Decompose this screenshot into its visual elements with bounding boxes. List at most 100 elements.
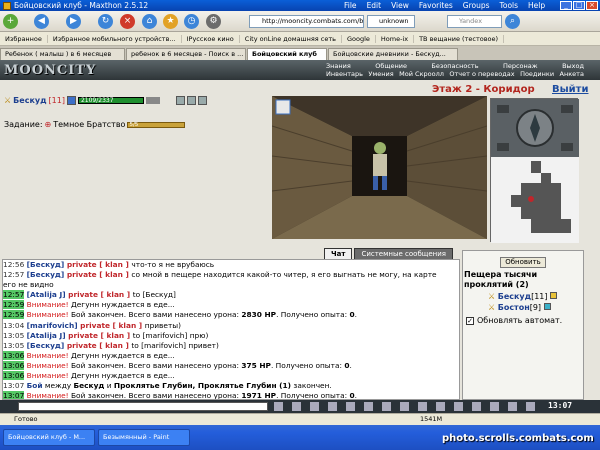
list-item[interactable]: ⚔ Бескуд[11] xyxy=(488,291,558,302)
chat-input[interactable] xyxy=(18,402,268,411)
online-name[interactable]: Бостон xyxy=(498,303,530,312)
tab-2[interactable]: Бойцовский клуб xyxy=(247,48,327,60)
chat-nick[interactable]: [Бескуд] xyxy=(27,260,65,269)
chat-message: 12:57 [Бескуд] private [ klan ] со мной … xyxy=(3,270,459,280)
chat-text: Бескуд xyxy=(73,381,105,391)
fav-item[interactable]: City onLine домашняя сеть xyxy=(240,34,342,43)
nav-exit[interactable]: Выход xyxy=(562,62,584,70)
refresh-button[interactable]: Обновить xyxy=(500,257,546,268)
chat-time: 13:06 xyxy=(3,350,25,360)
back-icon[interactable]: ◀ xyxy=(34,14,49,29)
private-tag[interactable]: private [ klan ] xyxy=(64,270,131,279)
forward-icon[interactable]: ▶ xyxy=(66,14,81,29)
game-logo: MOONCITY xyxy=(4,63,97,78)
private-tag[interactable]: private [ klan ] xyxy=(64,341,131,350)
memory-usage: 1541M xyxy=(420,415,443,423)
search-icon[interactable]: ⌕ xyxy=(505,14,520,29)
chat-text: закончен. xyxy=(291,381,332,391)
online-name[interactable]: Бескуд xyxy=(498,292,531,301)
tab-1[interactable]: ребенок в 6 месяцев - Поиск в ... xyxy=(126,48,246,60)
proxy-select[interactable]: unknown xyxy=(367,15,415,28)
nav-transfers[interactable]: Отчет о переводах xyxy=(449,70,514,78)
address-bar[interactable]: http://mooncity.combats.com/buttor xyxy=(249,15,364,28)
clan-icon: ⚔ xyxy=(488,303,496,312)
fav-item[interactable]: Избранное xyxy=(0,34,48,43)
nav-fights[interactable]: Поединки xyxy=(520,70,554,78)
private-tag[interactable]: private [ klan ] xyxy=(66,290,133,299)
chat-text: Дегунн нуждается в еде... xyxy=(68,371,175,381)
private-tag[interactable]: private [ klan ] xyxy=(64,260,131,269)
online-level: [11] xyxy=(531,292,548,301)
exit-link[interactable]: Выйти xyxy=(552,84,588,95)
chat-text: Бой закончен. Всего вами нанесено урона: xyxy=(68,391,242,400)
chat-nick[interactable]: Бой xyxy=(27,381,43,390)
chat-text: Внимание! xyxy=(26,360,69,370)
game-clock: 13:07 xyxy=(548,401,573,410)
search-input[interactable]: Yandex xyxy=(447,15,502,28)
nav-profile[interactable]: Анкета xyxy=(560,70,584,78)
chat-nick[interactable]: [Atalija J] xyxy=(27,290,66,299)
nav-social[interactable]: Общение xyxy=(375,62,407,70)
favorites-icon[interactable]: ★ xyxy=(163,14,178,29)
menu-edit[interactable]: Edit xyxy=(367,1,382,10)
nav-skills[interactable]: Умения xyxy=(368,70,393,78)
effect-icon xyxy=(186,96,196,105)
chat-log[interactable]: 12:56 [Бескуд] private [ klan ] что-то я… xyxy=(2,259,460,400)
stop-icon[interactable]: × xyxy=(120,14,135,29)
chat-text: . xyxy=(354,391,357,400)
minimap[interactable] xyxy=(490,98,579,243)
fav-item[interactable]: IРусское кино xyxy=(182,34,240,43)
chat-nick[interactable]: [marifovich] xyxy=(27,321,78,330)
nav-security[interactable]: Безопасность xyxy=(431,62,478,70)
private-tag[interactable]: private [ klan ] xyxy=(78,321,145,330)
auto-refresh-label: Обновлять автомат. xyxy=(477,316,563,325)
chat-text: и xyxy=(104,381,114,391)
info-icon[interactable] xyxy=(66,96,76,105)
fav-item[interactable]: Home-ix xyxy=(376,34,415,43)
history-icon[interactable]: ◷ xyxy=(184,14,199,29)
menu-groups[interactable]: Groups xyxy=(463,1,490,10)
auto-refresh[interactable]: ✓ Обновлять автомат. xyxy=(466,316,562,325)
tab-0[interactable]: Ребенок ( малыш ) в 6 месяцев xyxy=(0,48,125,60)
chat-message: 13:06 Внимание! Дегунн нуждается в еде..… xyxy=(3,350,459,361)
nav-character[interactable]: Персонаж xyxy=(503,62,538,70)
new-window-icon[interactable]: + xyxy=(3,14,18,29)
fav-item[interactable]: Google xyxy=(342,34,376,43)
fav-item[interactable]: ТВ вещание (тестовое) xyxy=(414,34,505,43)
chat-nick[interactable]: [Atalija J] xyxy=(27,331,66,340)
chat-nick[interactable]: [Бескуд] xyxy=(27,270,65,279)
home-icon[interactable]: ⌂ xyxy=(142,14,157,29)
info-icon[interactable] xyxy=(543,303,551,310)
quest-name[interactable]: Темное Братство xyxy=(53,120,125,129)
chat-text: to [marifovich] привет) xyxy=(131,340,219,350)
player-name[interactable]: Бескуд xyxy=(13,96,46,105)
minimize-icon[interactable]: _ xyxy=(560,1,572,10)
nav-knowledge[interactable]: Знания xyxy=(326,62,351,70)
maximize-icon[interactable]: □ xyxy=(573,1,585,10)
chat-text: Внимание! xyxy=(26,391,69,400)
auto-refresh-checkbox[interactable]: ✓ xyxy=(466,316,474,325)
chat-nick[interactable]: [Бескуд] xyxy=(27,341,65,350)
menu-view[interactable]: View xyxy=(391,1,409,10)
nav-inventory[interactable]: Инвентарь xyxy=(326,70,363,78)
menu-favorites[interactable]: Favorites xyxy=(419,1,453,10)
chat-time: 12:57 xyxy=(3,270,25,280)
close-icon[interactable]: × xyxy=(586,1,598,10)
chat-time: 13:05 xyxy=(3,340,25,350)
nav-scroll[interactable]: Мой Скроолл xyxy=(399,70,444,78)
refresh-icon[interactable]: ↻ xyxy=(98,14,113,29)
list-item[interactable]: ⚔ Бостон[9] xyxy=(488,302,557,313)
taskbar-browser[interactable]: Бойцовский клуб - М... xyxy=(3,429,95,446)
tools-icon[interactable]: ⚙ xyxy=(206,14,221,29)
tab-3[interactable]: Бойцовские дневники - Бескуд... xyxy=(328,48,458,60)
hp-bar: 2109/2337 xyxy=(77,97,144,104)
dungeon-view[interactable] xyxy=(272,96,487,239)
chat-text: что-то я не врубаюсь xyxy=(131,260,215,269)
menu-help[interactable]: Help xyxy=(528,1,545,10)
taskbar-paint[interactable]: Безымянный - Paint xyxy=(98,429,190,446)
private-tag[interactable]: private [ klan ] xyxy=(66,331,133,340)
info-icon[interactable] xyxy=(550,292,558,299)
menu-file[interactable]: File xyxy=(344,1,357,10)
fav-item[interactable]: Избранное мобильного устройств... xyxy=(48,34,182,43)
menu-tools[interactable]: Tools xyxy=(500,1,518,10)
